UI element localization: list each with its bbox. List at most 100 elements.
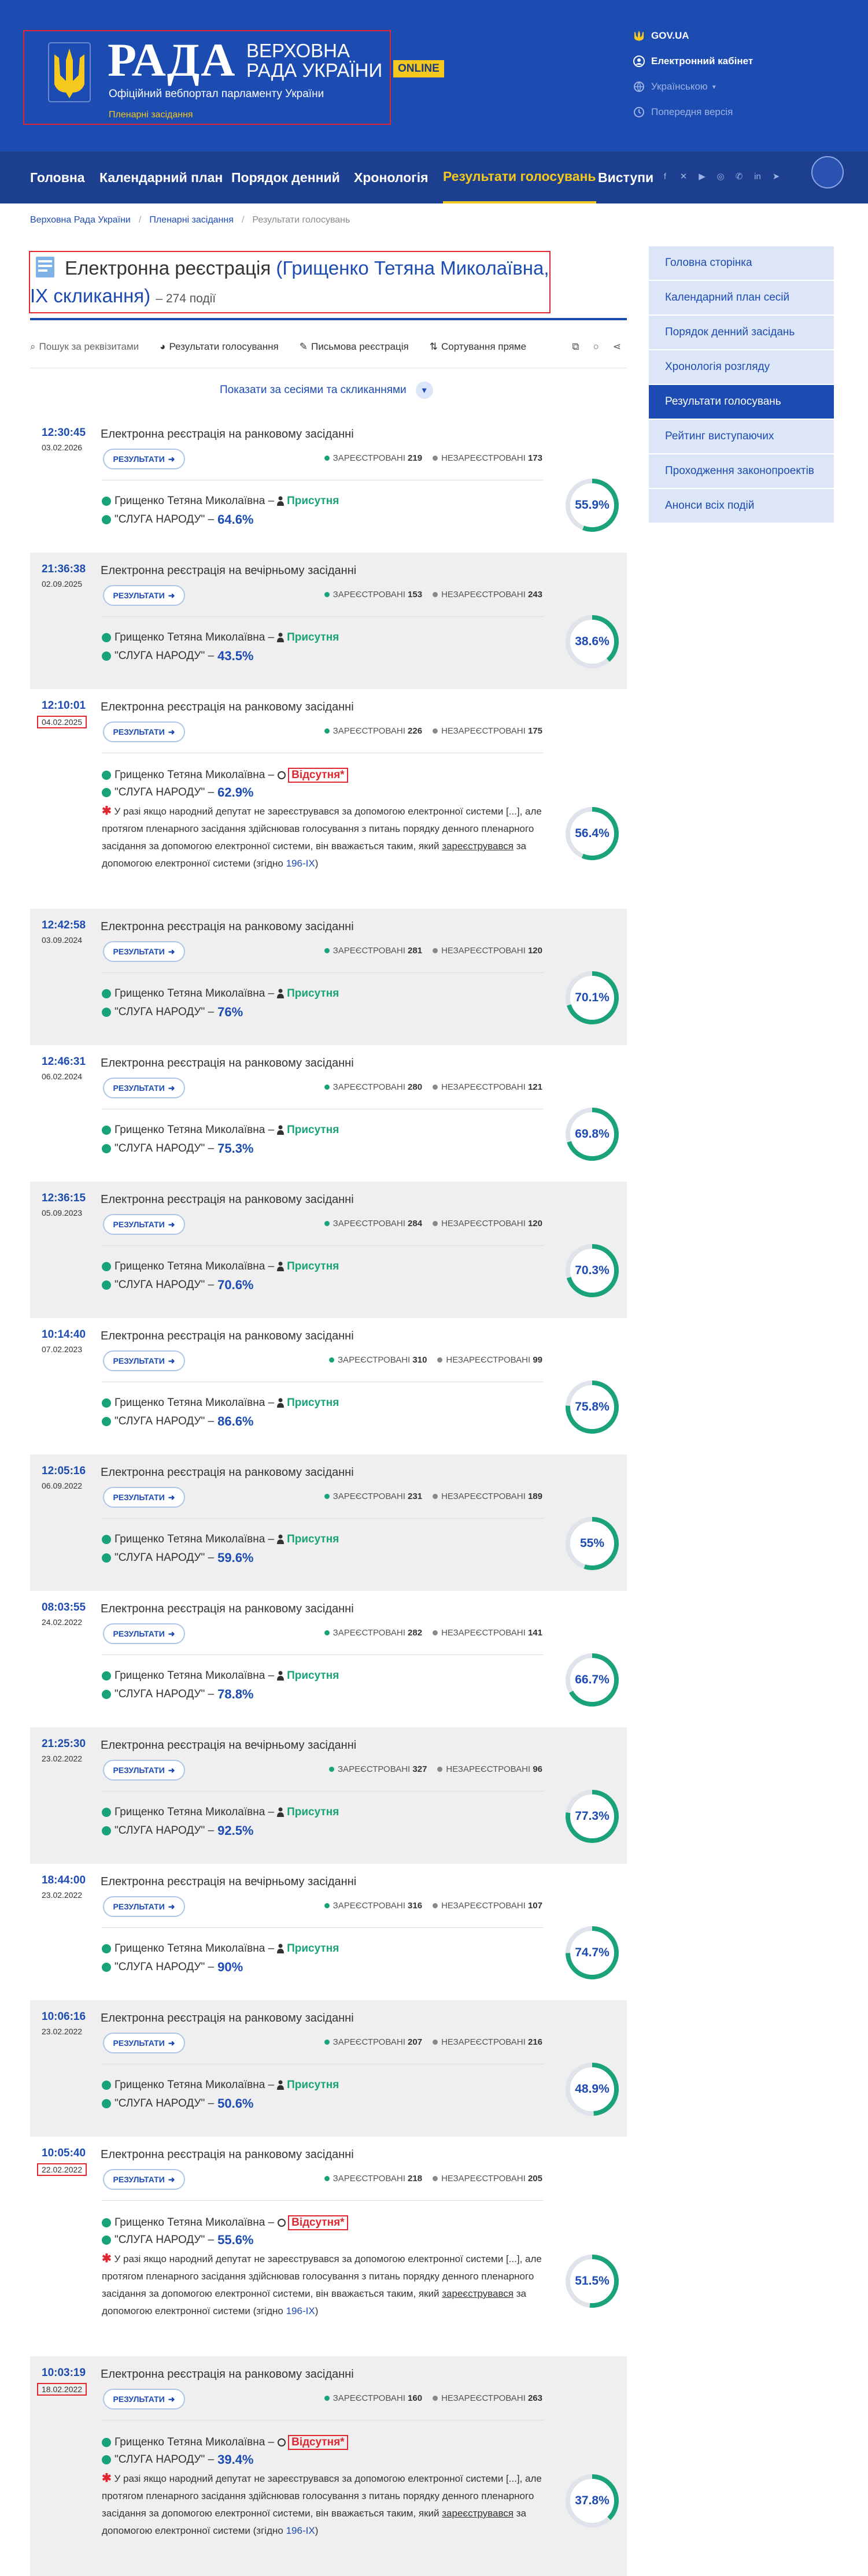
gov-ua-link[interactable]: GOV.UA — [633, 23, 753, 49]
record-stats: ЗАРЕЄСТРОВАНІ 310 НЕЗАРЕЄСТРОВАНІ 99 — [329, 1355, 542, 1365]
unregistered-stat: НЕЗАРЕЄСТРОВАНІ 205 — [433, 2174, 542, 2183]
toolbar: ⌕ Пошук за реквізитами ◕ Результати голосу… — [30, 334, 627, 360]
results-button[interactable]: РЕЗУЛЬТАТИ ➜ — [103, 585, 185, 606]
breadcrumb-item-plenary[interactable]: Пленарні засідання — [149, 215, 234, 225]
circle-icon[interactable]: ○ — [593, 341, 599, 353]
nav-calendar[interactable]: Календарний план — [99, 151, 223, 203]
sort-link[interactable]: ⇅ Сортування пряме — [430, 341, 526, 353]
registered-label: ЗАРЕЄСТРОВАНІ — [333, 1491, 405, 1501]
search-link[interactable]: ⌕ Пошук за реквізитами — [30, 341, 139, 353]
nav-speeches[interactable]: Виступи — [598, 151, 653, 203]
results-button[interactable]: РЕЗУЛЬТАТИ ➜ — [103, 941, 185, 962]
arrow-right-icon: ➜ — [168, 1083, 175, 1093]
deputy-status: Грищенко Тетяна Миколаївна – Присутня — [102, 631, 339, 644]
telegram-icon[interactable]: ➤ — [770, 171, 782, 182]
record-time[interactable]: 10:06:16 — [42, 2011, 86, 2023]
linkedin-icon[interactable]: in — [752, 171, 763, 182]
record-time[interactable]: 12:05:16 — [42, 1465, 86, 1478]
unregistered-dot-icon — [437, 1357, 443, 1363]
faction-percentage: 70.6% — [217, 1278, 254, 1292]
sidebar-item[interactable]: Результати голосувань — [649, 385, 834, 420]
breadcrumb-item-home[interactable]: Верховна Рада України — [30, 215, 131, 225]
avatar[interactable] — [811, 156, 844, 188]
absence-note: ✱ У разі якщо народний депутат не зареєс… — [102, 2250, 545, 2320]
previous-version-link[interactable]: Попередня версія — [633, 99, 753, 125]
unregistered-stat: НЕЗАРЕЄСТРОВАНІ 120 — [433, 946, 542, 956]
show-by-session-toggle[interactable]: Показати за сесіями та скликаннями ▾ — [220, 382, 433, 399]
logo-rada[interactable]: РАДА — [108, 35, 236, 86]
record-time[interactable]: 21:36:38 — [42, 563, 86, 576]
instagram-icon[interactable]: ◎ — [715, 171, 726, 182]
cabinet-link[interactable]: Електронний кабінет — [633, 49, 753, 74]
results-button[interactable]: РЕЗУЛЬТАТИ ➜ — [103, 1078, 185, 1098]
results-button[interactable]: РЕЗУЛЬТАТИ ➜ — [103, 1623, 185, 1644]
deputy-name: Грищенко Тетяна Миколаївна – — [114, 2079, 275, 2091]
percentage-value: 51.5% — [575, 2274, 610, 2288]
faction-percentage: 86.6% — [217, 1414, 254, 1428]
copy-icon[interactable]: ⧉ — [572, 341, 579, 353]
unregistered-label: НЕЗАРЕЄСТРОВАНІ — [441, 590, 526, 599]
record-time[interactable]: 12:46:31 — [42, 1056, 86, 1068]
faction-name: "СЛУГА НАРОДУ" – — [114, 650, 215, 662]
record-time[interactable]: 10:03:19 — [42, 2367, 86, 2379]
registered-stat: ЗАРЕЄСТРОВАНІ 284 — [324, 1219, 422, 1228]
results-button[interactable]: РЕЗУЛЬТАТИ ➜ — [103, 2033, 185, 2053]
facebook-icon[interactable]: f — [659, 171, 671, 182]
results-button[interactable]: РЕЗУЛЬТАТИ ➜ — [103, 1487, 185, 1508]
sidebar-item[interactable]: Проходження законопроектів — [649, 454, 834, 489]
written-registration-link[interactable]: ✎ Письмова реєстрація — [300, 341, 409, 353]
sidebar-item[interactable]: Рейтинг виступаючих — [649, 420, 834, 454]
unregistered-label: НЕЗАРЕЄСТРОВАНІ — [441, 946, 526, 956]
results-button[interactable]: РЕЗУЛЬТАТИ ➜ — [103, 449, 185, 469]
record-stats: ЗАРЕЄСТРОВАНІ 207 НЕЗАРЕЄСТРОВАНІ 216 — [324, 2037, 542, 2047]
registration-record: 10:14:40 07.02.2023 Електронна реєстрація … — [30, 1318, 627, 1454]
law-link[interactable]: 196-IX — [286, 858, 315, 869]
results-button[interactable]: РЕЗУЛЬТАТИ ➜ — [103, 721, 185, 742]
results-button[interactable]: РЕЗУЛЬТАТИ ➜ — [103, 2169, 185, 2190]
record-time[interactable]: 18:44:00 — [42, 1874, 86, 1887]
voting-results-link[interactable]: ◕ Результати голосування — [160, 341, 279, 353]
globe-icon — [633, 80, 645, 93]
registered-dot-icon — [324, 456, 330, 461]
registration-record: 12:30:45 03.02.2026 Електронна реєстрація … — [30, 416, 627, 553]
whatsapp-icon[interactable]: ✆ — [733, 171, 745, 182]
nav-home[interactable]: Головна — [30, 151, 85, 203]
nav-voting-results[interactable]: Результати голосувань — [443, 151, 596, 203]
results-button[interactable]: РЕЗУЛЬТАТИ ➜ — [103, 1214, 185, 1235]
record-time[interactable]: 12:36:15 — [42, 1192, 86, 1205]
language-select[interactable]: Українською ▾ — [633, 74, 753, 99]
logo-section-link[interactable]: Пленарні засідання — [109, 110, 193, 120]
registered-count: 310 — [412, 1355, 427, 1365]
sidebar-item[interactable]: Головна сторінка — [649, 246, 834, 281]
law-link[interactable]: 196-IX — [286, 2525, 315, 2536]
results-button[interactable]: РЕЗУЛЬТАТИ ➜ — [103, 1896, 185, 1917]
unregistered-count: 120 — [527, 946, 542, 956]
record-time[interactable]: 12:30:45 — [42, 427, 86, 439]
x-icon[interactable]: ✕ — [678, 171, 689, 182]
toolbar-actions: ⧉ ○ ⋖ — [572, 341, 621, 353]
sidebar-item[interactable]: Порядок денний засідань — [649, 316, 834, 350]
registered-stat: ЗАРЕЄСТРОВАНІ 231 — [324, 1491, 422, 1501]
sidebar-item[interactable]: Календарний план сесій — [649, 281, 834, 316]
record-time[interactable]: 10:14:40 — [42, 1328, 86, 1341]
unregistered-stat: НЕЗАРЕЄСТРОВАНІ 216 — [433, 2037, 542, 2047]
deputy-status: Грищенко Тетяна Миколаївна – Присутня — [102, 1806, 339, 1819]
sidebar-item[interactable]: Хронологія розгляду — [649, 350, 834, 385]
record-time[interactable]: 12:10:01 — [42, 699, 86, 712]
results-button[interactable]: РЕЗУЛЬТАТИ ➜ — [103, 2389, 185, 2410]
record-time[interactable]: 10:05:40 — [42, 2147, 86, 2160]
event-count: – 274 події — [156, 292, 216, 305]
record-time[interactable]: 21:25:30 — [42, 1738, 86, 1750]
results-button[interactable]: РЕЗУЛЬТАТИ ➜ — [103, 1350, 185, 1371]
nav-chronology[interactable]: Хронологія — [354, 151, 429, 203]
nav-agenda[interactable]: Порядок денний — [231, 151, 340, 203]
results-button[interactable]: РЕЗУЛЬТАТИ ➜ — [103, 1760, 185, 1781]
youtube-icon[interactable]: ▶ — [696, 171, 708, 182]
law-link[interactable]: 196-IX — [286, 2305, 315, 2316]
record-time[interactable]: 08:03:55 — [42, 1601, 86, 1614]
sidebar-item[interactable]: Анонси всіх подій — [649, 489, 834, 524]
registered-stat: ЗАРЕЄСТРОВАНІ 207 — [324, 2037, 422, 2047]
record-time[interactable]: 12:42:58 — [42, 919, 86, 932]
share-icon[interactable]: ⋖ — [613, 341, 621, 353]
faction-percentage: 90% — [217, 1960, 243, 1974]
